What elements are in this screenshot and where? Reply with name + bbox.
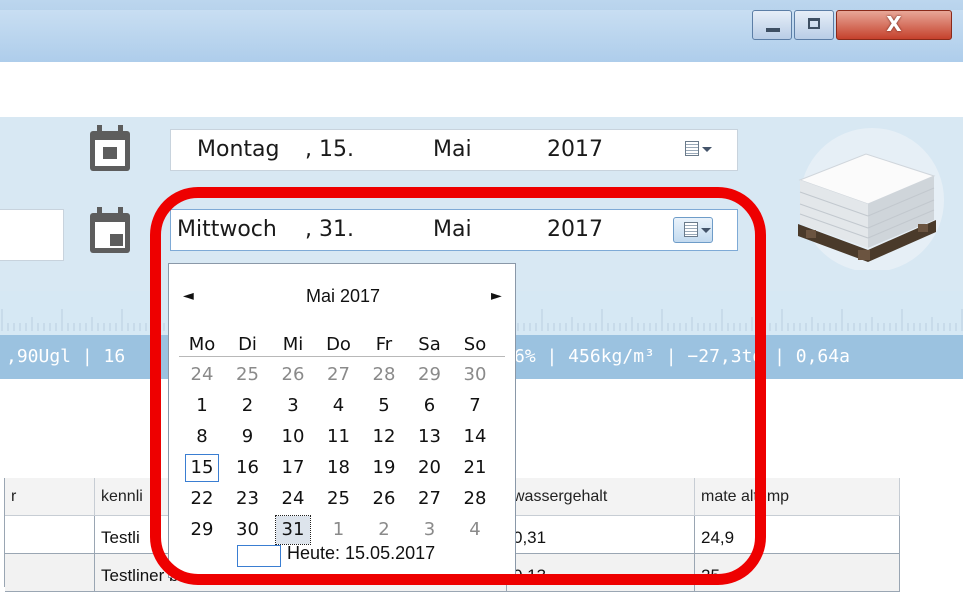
date-from-year: 2017 (547, 137, 603, 162)
table-cell[interactable] (5, 516, 95, 554)
highlight-annotation (150, 187, 766, 585)
toolbar-area (0, 62, 963, 117)
date-from-dropdown-button[interactable] (675, 137, 715, 163)
date-from-day: , 15. (305, 137, 354, 162)
date-from-month: Mai (433, 137, 472, 162)
maximize-button[interactable] (794, 10, 834, 40)
calendar-dropdown-icon (685, 141, 699, 156)
left-input-field[interactable] (0, 209, 64, 261)
close-button[interactable]: X (836, 10, 952, 40)
minimize-button[interactable] (752, 10, 792, 40)
maximize-icon (808, 18, 820, 29)
chevron-down-icon (702, 147, 712, 152)
calendar-icon (90, 125, 130, 171)
minimize-icon (766, 28, 780, 32)
paper-pallet-image (798, 128, 944, 270)
column-header[interactable]: r (5, 478, 95, 516)
date-from-picker[interactable]: Montag , 15. Mai 2017 (170, 129, 738, 171)
calendar-end-icon (90, 207, 130, 253)
table-cell[interactable] (5, 554, 95, 592)
info-bar-left-text: ,90Ugl | 16 (6, 346, 126, 367)
close-icon: X (886, 12, 902, 36)
date-from-weekday: Montag (197, 137, 280, 162)
